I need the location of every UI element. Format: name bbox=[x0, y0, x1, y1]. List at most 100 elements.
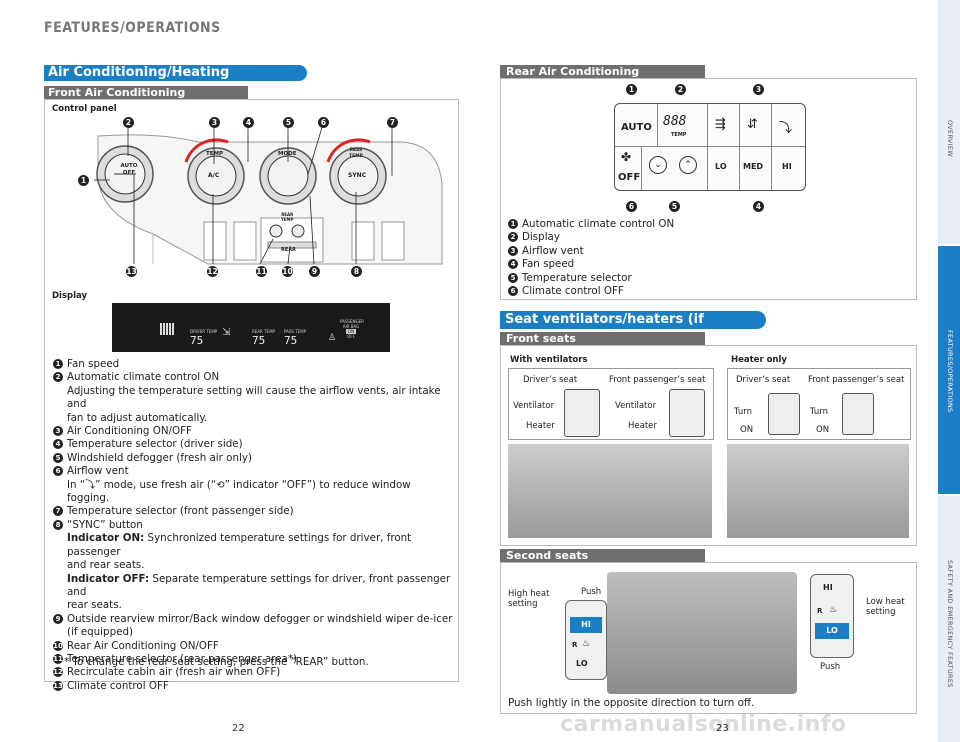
list-item: 1 Fan speed bbox=[53, 358, 453, 371]
callout-6: 6 bbox=[318, 117, 329, 128]
fan-med-button[interactable]: MED bbox=[739, 146, 772, 190]
list-item: 2 Automatic climate control ON Adjusting t… bbox=[53, 371, 453, 425]
lo-indicator: LO bbox=[815, 623, 849, 639]
callout-8: 8 bbox=[351, 266, 362, 277]
rear-vent-face-button[interactable]: ⇶ bbox=[707, 104, 740, 147]
front-seats-title: Front seats bbox=[500, 332, 705, 345]
heater-label: Heater bbox=[526, 421, 555, 431]
auto-off-knob-text[interactable]: AUTO OFF bbox=[120, 163, 138, 177]
rear-display: 888 TEMP bbox=[657, 104, 708, 147]
driver-heater-dial[interactable] bbox=[768, 393, 800, 435]
list-item: 6 Climate control OFF bbox=[508, 285, 808, 298]
rear-auto-button[interactable]: AUTO bbox=[615, 104, 658, 147]
rear-callout-4: 4 bbox=[753, 201, 764, 212]
callout-3: 3 bbox=[209, 117, 220, 128]
section-title-ac: Air Conditioning/Heating bbox=[44, 65, 307, 81]
callout-1: 1 bbox=[78, 175, 89, 186]
face-vent-icon: ⇶ bbox=[715, 117, 726, 132]
fan-speed-bars-icon bbox=[160, 323, 174, 335]
control-panel-label: Control panel bbox=[52, 104, 117, 114]
rear-vent-bilevel-button[interactable]: ⇵ bbox=[739, 104, 772, 147]
hi-indicator: HI bbox=[570, 617, 602, 633]
low-heat-label: Low heat setting bbox=[866, 597, 905, 617]
on-label: ON bbox=[740, 425, 754, 435]
temp-up-button[interactable]: ⌃ bbox=[679, 156, 697, 174]
rear-temp-label: REAR TEMP bbox=[281, 212, 294, 222]
drivers-seat-label-heater: Driver’s seat bbox=[736, 375, 791, 385]
drivers-seat-label: Driver’s seat bbox=[523, 375, 578, 385]
rear-button-label[interactable]: REAR bbox=[281, 247, 296, 253]
ventilator-label-pass: Ventilator bbox=[615, 401, 657, 411]
rear-temp-value: 75 bbox=[252, 334, 266, 347]
rear-ac-item-list: 1 Automatic climate control ON 2 Display 3… bbox=[508, 218, 808, 298]
list-item: 5 Windshield defogger (fresh air only) bbox=[53, 452, 453, 465]
bilevel-vent-icon: ⇵ bbox=[747, 117, 758, 132]
rear-callout-1: 1 bbox=[626, 84, 637, 95]
push-note: Push lightly in the opposite direction t… bbox=[508, 697, 755, 709]
list-item: 6 Airflow vent In “⤵” mode, use fresh air… bbox=[53, 465, 453, 505]
list-item: 2 Display bbox=[508, 231, 808, 244]
sync-knob-label[interactable]: SYNC bbox=[348, 172, 366, 179]
pass-temp-knob-label: PASS TEMP bbox=[349, 148, 363, 159]
feet-airflow-icon: ⤵ bbox=[85, 479, 96, 491]
list-item: 4 Fan speed bbox=[508, 258, 808, 271]
list-item: 7 Temperature selector (front passenger s… bbox=[53, 505, 453, 518]
pass-temp-value: 75 bbox=[284, 334, 298, 347]
page-header: FEATURES/OPERATIONS bbox=[44, 20, 221, 36]
pass-heater-dial[interactable] bbox=[842, 393, 874, 435]
list-item: 9 Outside rearview mirror/Back window def… bbox=[53, 613, 453, 640]
list-item: 3 Airflow vent bbox=[508, 245, 808, 258]
list-item: 3 Air Conditioning ON/OFF bbox=[53, 425, 453, 438]
lo-label: LO bbox=[576, 659, 588, 668]
r-label: R bbox=[572, 641, 578, 649]
fan-lo-button[interactable]: LO bbox=[707, 146, 740, 190]
rear-callout-5: 5 bbox=[669, 201, 680, 212]
side-tab-features-label: FEATURES/OPERATIONS bbox=[946, 330, 954, 413]
list-item: 1 Automatic climate control ON bbox=[508, 218, 808, 231]
rear-callout-3: 3 bbox=[753, 84, 764, 95]
front-pass-seat-label-heater: Front passenger’s seat bbox=[808, 375, 905, 385]
callout-7: 7 bbox=[387, 117, 398, 128]
side-tab-overview-label: OVERVIEW bbox=[946, 120, 954, 158]
hi-label: HI bbox=[823, 583, 833, 592]
second-seat-switch-right[interactable]: HI R ♨ LO bbox=[810, 574, 854, 658]
page-number-left: 22 bbox=[232, 723, 245, 734]
list-item: 13 Climate control OFF bbox=[53, 679, 169, 692]
heater-label-pass: Heater bbox=[628, 421, 657, 431]
seatbelt-icon: ♙ bbox=[328, 333, 337, 343]
ac-knob-label[interactable]: A/C bbox=[208, 172, 219, 179]
rear-callout-6: 6 bbox=[626, 201, 637, 212]
rear-temp-selector: ⌄ ⌃ bbox=[641, 146, 708, 190]
second-seats-title: Second seats bbox=[500, 549, 705, 562]
front-pass-seat-label: Front passenger’s seat bbox=[609, 375, 706, 385]
watermark: carmanualsonline.info bbox=[560, 712, 847, 737]
side-tab-safety-label: SAFETY AND EMERGENCY FEATURES bbox=[946, 560, 954, 688]
airflow-mode-icon: ⇲ bbox=[222, 327, 231, 338]
temp-knob-label: TEMP bbox=[206, 151, 224, 157]
fan-hi-button[interactable]: HI bbox=[771, 146, 805, 190]
driver-temp-value: 75 bbox=[190, 334, 204, 347]
seat-heater-icon-right: ♨ bbox=[829, 605, 838, 615]
callout-12: 12 bbox=[207, 266, 218, 277]
pass-ventilator-switch[interactable] bbox=[669, 389, 705, 437]
callout-10: 10 bbox=[282, 266, 293, 277]
mode-knob-label: MODE bbox=[278, 151, 297, 157]
rear-callout-2: 2 bbox=[675, 84, 686, 95]
rear-vent-feet-button[interactable]: ⤵ bbox=[771, 104, 805, 147]
callout-4: 4 bbox=[243, 117, 254, 128]
callout-13: 13 bbox=[126, 266, 137, 277]
ventilator-label: Ventilator bbox=[513, 401, 555, 411]
temp-down-button[interactable]: ⌄ bbox=[649, 156, 667, 174]
second-seat-switch-left[interactable]: HI R ♨ LO bbox=[565, 600, 607, 680]
ventilator-switch-panel: Driver’s seat Front passenger’s seat Ven… bbox=[508, 368, 714, 440]
with-ventilators-label: With ventilators bbox=[510, 355, 588, 365]
heater-switch-panel: Driver’s seat Front passenger’s seat Tur… bbox=[727, 368, 911, 440]
rear-off-button[interactable]: ✤ OFF bbox=[615, 146, 642, 190]
dashboard-photo-ventilators bbox=[508, 444, 712, 538]
seat-ventilators-title: Seat ventilators/heaters (if equipped) bbox=[500, 311, 766, 345]
rear-ac-title: Rear Air Conditioning bbox=[500, 65, 705, 78]
callout-9: 9 bbox=[309, 266, 320, 277]
driver-ventilator-switch[interactable] bbox=[564, 389, 600, 437]
climate-display: DRIVER TEMP 75 ⇲ REAR TEMP 75 PASS TEMP … bbox=[112, 303, 390, 352]
turn-label: Turn bbox=[734, 407, 753, 417]
